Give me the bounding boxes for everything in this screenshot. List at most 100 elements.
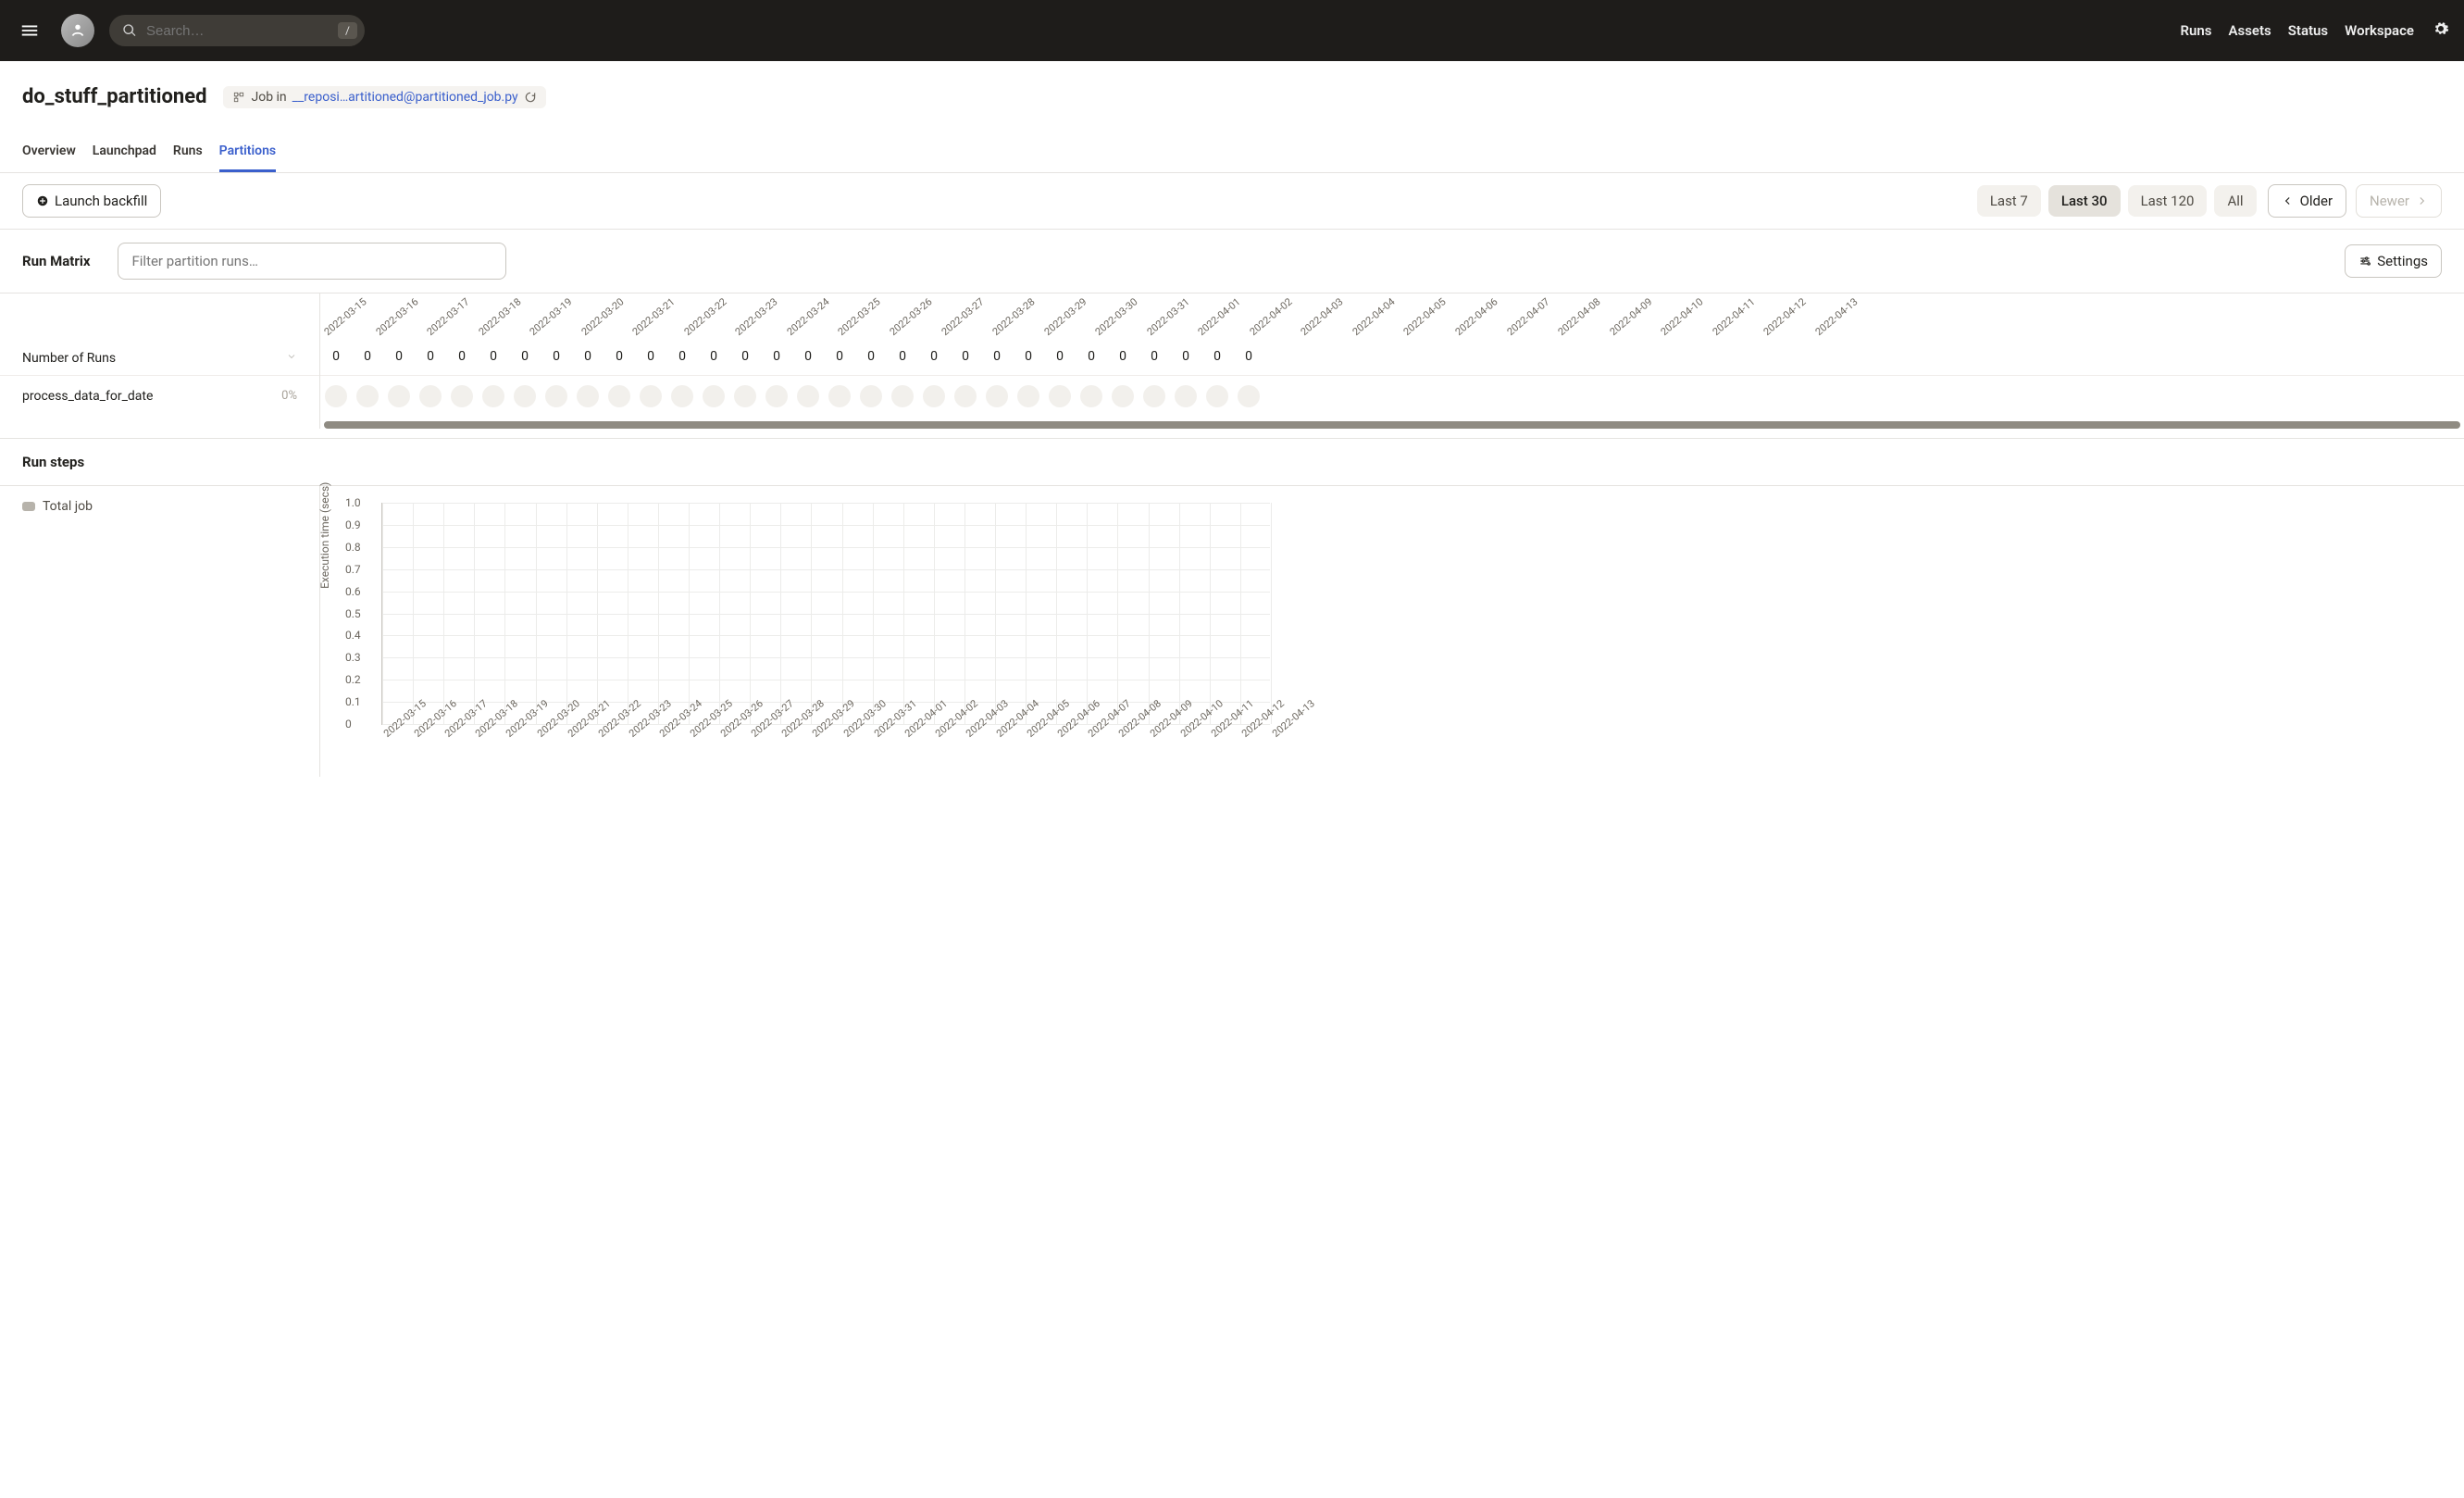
partition-date[interactable]: 2022-03-31 [1144, 295, 1191, 338]
partition-date-header: 2022-03-152022-03-162022-03-172022-03-18… [320, 293, 2464, 338]
horizontal-scrollbar[interactable] [324, 421, 2460, 429]
range-all[interactable]: All [2214, 185, 2256, 217]
y-tick-label: 0.2 [345, 673, 361, 686]
partition-date[interactable]: 2022-04-05 [1401, 295, 1449, 338]
status-dot [954, 385, 977, 407]
partition-status-cell[interactable] [1076, 385, 1107, 407]
run-count-cell: 0 [1139, 349, 1170, 364]
partition-status-cell[interactable] [950, 385, 981, 407]
chevron-down-icon[interactable] [286, 351, 297, 366]
partition-date[interactable]: 2022-03-20 [579, 295, 626, 338]
partition-date[interactable]: 2022-03-22 [681, 295, 728, 338]
partition-date[interactable]: 2022-03-16 [373, 295, 420, 338]
partition-date[interactable]: 2022-04-06 [1453, 295, 1500, 338]
status-dot [671, 385, 693, 407]
partition-status-cell[interactable] [1013, 385, 1044, 407]
partition-status-cell[interactable] [415, 385, 446, 407]
matrix-row-label[interactable]: process_data_for_date 0% [0, 375, 319, 416]
logo[interactable] [61, 14, 94, 47]
run-count-row: 000000000000000000000000000000 [320, 338, 2464, 375]
partition-date[interactable]: 2022-04-13 [1813, 295, 1860, 338]
nav-runs[interactable]: Runs [2181, 22, 2212, 39]
partition-status-cell[interactable] [572, 385, 604, 407]
partition-date[interactable]: 2022-03-27 [939, 295, 986, 338]
status-dot [325, 385, 347, 407]
status-dot [703, 385, 725, 407]
partition-status-cell[interactable] [887, 385, 918, 407]
older-button[interactable]: Older [2268, 184, 2346, 218]
partition-status-cell[interactable] [383, 385, 415, 407]
step-total-job[interactable]: Total job [22, 499, 297, 514]
run-count-cell: 0 [1170, 349, 1201, 364]
nav-workspace[interactable]: Workspace [2345, 22, 2414, 39]
partition-status-cell[interactable] [981, 385, 1013, 407]
partition-date[interactable]: 2022-04-11 [1710, 295, 1757, 338]
partition-status-cell[interactable] [1170, 385, 1201, 407]
partition-status-cell[interactable] [918, 385, 950, 407]
partition-date[interactable]: 2022-03-17 [425, 295, 472, 338]
partition-status-cell[interactable] [855, 385, 887, 407]
run-count-cell: 0 [604, 349, 635, 364]
partition-status-cell[interactable] [604, 385, 635, 407]
range-last-30[interactable]: Last 30 [2048, 185, 2121, 217]
launch-backfill-label: Launch backfill [55, 193, 147, 209]
partition-status-cell[interactable] [792, 385, 824, 407]
partition-date[interactable]: 2022-04-09 [1607, 295, 1654, 338]
partition-status-cell[interactable] [824, 385, 855, 407]
partition-date[interactable]: 2022-04-12 [1761, 295, 1809, 338]
partition-date[interactable]: 2022-03-21 [630, 295, 678, 338]
partition-status-cell[interactable] [698, 385, 729, 407]
partition-date[interactable]: 2022-04-10 [1659, 295, 1706, 338]
matrix-settings-button[interactable]: Settings [2345, 244, 2442, 278]
partition-status-cell[interactable] [1044, 385, 1076, 407]
partition-date[interactable]: 2022-04-04 [1350, 295, 1398, 338]
launch-backfill-button[interactable]: Launch backfill [22, 184, 161, 218]
partition-date[interactable]: 2022-03-18 [476, 295, 523, 338]
partition-status-cell[interactable] [352, 385, 383, 407]
partition-status-cell[interactable] [1233, 385, 1264, 407]
range-last-120[interactable]: Last 120 [2128, 185, 2208, 217]
tab-partitions[interactable]: Partitions [219, 132, 276, 172]
partition-status-cell[interactable] [446, 385, 478, 407]
partition-status-cell[interactable] [1139, 385, 1170, 407]
nav-assets[interactable]: Assets [2229, 22, 2271, 39]
partition-date[interactable]: 2022-03-24 [785, 295, 832, 338]
range-last-7[interactable]: Last 7 [1977, 185, 2041, 217]
partition-status-cell[interactable] [541, 385, 572, 407]
partition-date[interactable]: 2022-04-02 [1247, 295, 1294, 338]
partition-date[interactable]: 2022-03-28 [990, 295, 1038, 338]
partition-filter-input[interactable] [118, 243, 506, 280]
reload-icon[interactable] [524, 91, 537, 104]
partition-date[interactable]: 2022-04-08 [1556, 295, 1603, 338]
partition-date[interactable]: 2022-04-07 [1504, 295, 1551, 338]
partition-status-cell[interactable] [320, 385, 352, 407]
partition-status-cell[interactable] [1201, 385, 1233, 407]
partition-status-cell[interactable] [478, 385, 509, 407]
partition-date[interactable]: 2022-03-26 [888, 295, 935, 338]
partition-status-cell[interactable] [509, 385, 541, 407]
gear-icon[interactable] [2433, 20, 2449, 41]
search-box[interactable]: / [109, 15, 365, 46]
run-count-cell: 0 [541, 349, 572, 364]
partition-date[interactable]: 2022-03-30 [1093, 295, 1140, 338]
tab-overview[interactable]: Overview [22, 132, 76, 172]
partition-status-cell[interactable] [666, 385, 698, 407]
menu-icon[interactable] [15, 16, 44, 45]
partition-status-cell[interactable] [1107, 385, 1139, 407]
tab-launchpad[interactable]: Launchpad [93, 132, 156, 172]
partition-date[interactable]: 2022-03-29 [1041, 295, 1089, 338]
partition-status-cell[interactable] [729, 385, 761, 407]
partition-date[interactable]: 2022-03-19 [528, 295, 575, 338]
tab-runs[interactable]: Runs [173, 132, 203, 172]
partition-date[interactable]: 2022-03-25 [836, 295, 883, 338]
partition-date[interactable]: 2022-03-15 [322, 295, 369, 338]
job-location-link[interactable]: __reposi…artitioned@partitioned_job.py [292, 90, 518, 105]
partition-date[interactable]: 2022-03-23 [733, 295, 780, 338]
partition-date[interactable]: 2022-04-01 [1196, 295, 1243, 338]
partition-status-cell[interactable] [635, 385, 666, 407]
search-input[interactable] [146, 23, 330, 39]
partition-date[interactable]: 2022-04-03 [1299, 295, 1346, 338]
partition-status-cell[interactable] [761, 385, 792, 407]
nav-status[interactable]: Status [2288, 22, 2328, 39]
matrix-scroll-area[interactable]: 2022-03-152022-03-162022-03-172022-03-18… [320, 293, 2464, 429]
